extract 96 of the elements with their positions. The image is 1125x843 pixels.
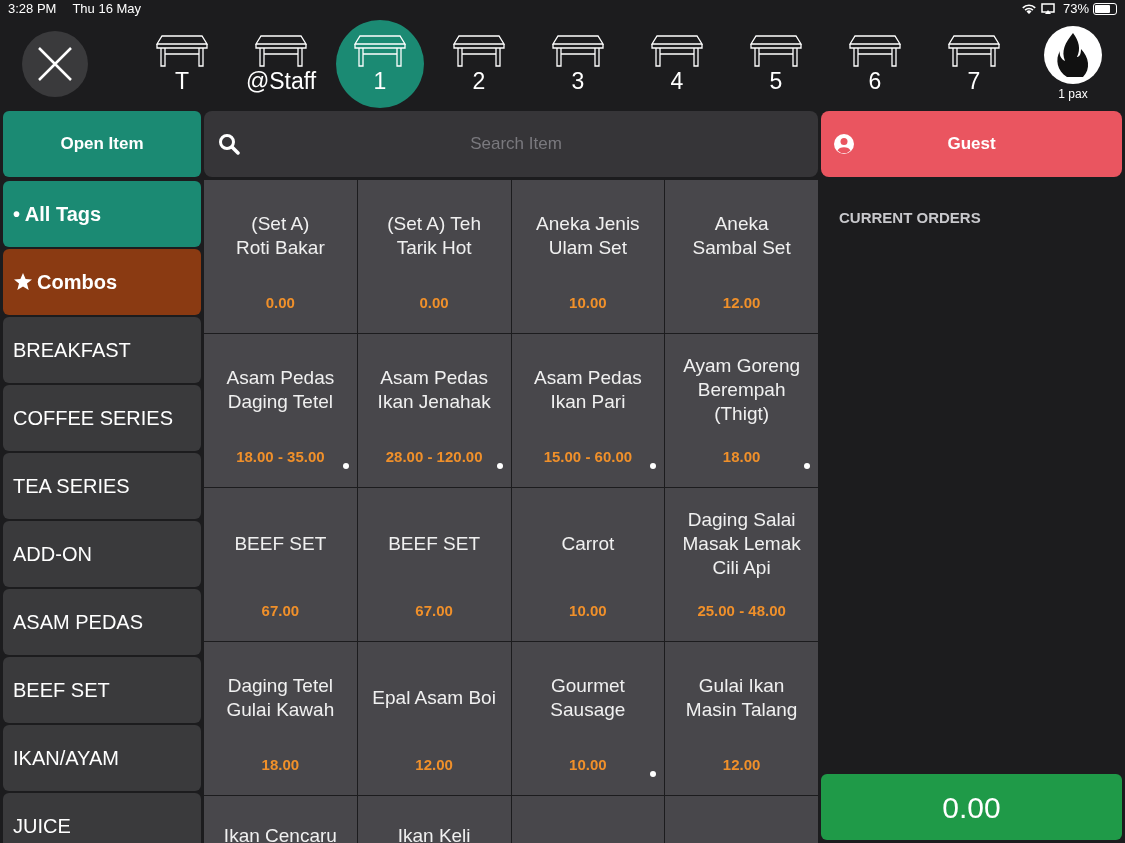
tag-button[interactable]: Combos <box>3 249 201 315</box>
table-tab[interactable]: 5 <box>732 20 820 108</box>
table-icon <box>254 34 308 68</box>
item-price: 67.00 <box>261 601 300 621</box>
item-name: Ikan Cencaru <box>223 824 337 843</box>
search-field[interactable]: Search Item <box>204 111 818 177</box>
item-price: 25.00 - 48.00 <box>697 601 786 621</box>
battery-percent: 73% <box>1062 0 1089 19</box>
menu-item-tile[interactable]: Aneka Jenis Ulam Set 10.00 <box>511 180 665 333</box>
status-time: 3:28 PM <box>8 0 57 19</box>
open-item-button[interactable]: Open Item <box>3 111 201 177</box>
guest-button[interactable]: Guest <box>821 111 1122 177</box>
table-tab[interactable]: 7 <box>930 20 1018 108</box>
section-heading: CURRENT ORDERS <box>839 208 982 228</box>
item-price: 28.00 - 120.00 <box>385 447 483 467</box>
menu-item-tile[interactable]: (Set A) Teh Tarik Hot 0.00 <box>357 180 511 333</box>
item-price: 0.00 <box>265 293 295 313</box>
menu-item-tile[interactable]: Aneka Sambal Set 12.00 <box>665 180 818 333</box>
table-tab[interactable]: 1 <box>336 20 424 108</box>
item-name: Aneka Sambal Set <box>692 212 791 260</box>
item-name: Epal Asam Boi <box>372 686 496 710</box>
item-name: Gulai Ikan Masin Talang <box>685 674 798 722</box>
item-name: Gourmet Sausage <box>550 674 626 722</box>
table-tab[interactable]: @Staff <box>237 20 325 108</box>
item-price: 10.00 <box>569 755 607 775</box>
tag-button[interactable]: COFFEE SERIES <box>3 385 201 451</box>
close-icon <box>37 46 73 82</box>
item-price: 0.00 <box>419 293 449 313</box>
item-name: BEEF SET <box>388 532 481 556</box>
screen-mirror-icon <box>1040 3 1055 15</box>
person-icon <box>833 133 855 155</box>
menu-item-tile[interactable]: Daging Tetel Gulai Kawah 18.00 <box>204 642 357 795</box>
tag-button[interactable]: IKAN/AYAM <box>3 725 201 791</box>
item-name: (Set A) Roti Bakar <box>236 212 325 260</box>
item-price: 18.00 <box>722 447 761 467</box>
item-name: Asam Pedas Ikan Pari <box>534 366 642 414</box>
table-tab[interactable]: 3 <box>534 20 622 108</box>
menu-item-tile[interactable]: Ikan Cencaru <box>204 796 357 843</box>
item-price: 12.00 <box>722 755 761 775</box>
item-name: Asam Pedas Ikan Jenahak <box>377 366 491 414</box>
menu-item-tile[interactable]: BEEF SET 67.00 <box>357 488 511 641</box>
item-price: 18.00 - 35.00 <box>236 447 325 467</box>
menu-item-tile[interactable]: Carrot 10.00 <box>511 488 665 641</box>
menu-item-tile[interactable]: Asam Pedas Ikan Jenahak 28.00 - 120.00 <box>357 334 511 487</box>
menu-item-tile[interactable]: Gulai Ikan Masin Talang 12.00 <box>665 642 818 795</box>
pax-count: 1 pax <box>1058 86 1088 103</box>
menu-item-tile[interactable]: Ikan Keli <box>357 796 511 843</box>
tag-button[interactable]: JUICE <box>3 793 201 843</box>
table-icon <box>155 34 209 68</box>
logo-icon <box>1043 25 1103 85</box>
item-name: Aneka Jenis Ulam Set <box>536 212 640 260</box>
table-icon <box>353 34 407 68</box>
menu-item-tile[interactable]: BEEF SET 67.00 <box>204 488 357 641</box>
tag-button[interactable]: ASAM PEDAS <box>3 589 201 655</box>
item-name: Ikan Keli <box>397 824 471 843</box>
item-price: 12.00 <box>722 293 761 313</box>
table-tab[interactable]: T <box>138 20 226 108</box>
item-name: Carrot <box>561 532 615 556</box>
item-price: 10.00 <box>569 293 607 313</box>
tag-button[interactable]: ADD-ON <box>3 521 201 587</box>
menu-item-tile[interactable]: (Set A) Roti Bakar 0.00 <box>204 180 357 333</box>
table-icon <box>650 34 704 68</box>
item-name: BEEF SET <box>234 532 327 556</box>
item-name: Asam Pedas Daging Tetel <box>226 366 335 414</box>
wifi-icon <box>1020 3 1037 15</box>
item-name: Ayam Goreng Berempah (Thigt) <box>683 354 801 426</box>
tag-button[interactable]: BEEF SET <box>3 657 201 723</box>
menu-item-tile[interactable]: Asam Pedas Ikan Pari 15.00 - 60.00 <box>511 334 665 487</box>
item-name: (Set A) Teh Tarik Hot <box>387 212 481 260</box>
table-icon <box>947 34 1001 68</box>
table-icon <box>848 34 902 68</box>
tag-button[interactable]: BREAKFAST <box>3 317 201 383</box>
menu-item-tile[interactable]: Asam Pedas Daging Tetel 18.00 - 35.00 <box>204 334 357 487</box>
total-button[interactable]: 0.00 <box>821 774 1122 840</box>
star-icon <box>13 272 33 292</box>
table-icon <box>749 34 803 68</box>
menu-item-tile[interactable]: Gourmet Sausage 10.00 <box>511 642 665 795</box>
menu-item-tile[interactable]: Daging Salai Masak Lemak Cili Api 25.00 - 48.00 <box>665 488 818 641</box>
table-tab[interactable]: 4 <box>633 20 721 108</box>
item-name: Daging Tetel Gulai Kawah <box>226 674 335 722</box>
table-icon <box>452 34 506 68</box>
table-tab[interactable]: 6 <box>831 20 919 108</box>
item-price: 18.00 <box>261 755 300 775</box>
item-price: 15.00 - 60.00 <box>543 447 633 467</box>
menu-item-tile[interactable]: Ayam Goreng Berempah (Thigt) 18.00 <box>665 334 818 487</box>
tag-button[interactable]: TEA SERIES <box>3 453 201 519</box>
item-price: 10.00 <box>569 601 607 621</box>
menu-item-tile[interactable]: Epal Asam Boi 12.00 <box>357 642 511 795</box>
table-tab[interactable]: 2 <box>435 20 523 108</box>
status-date: Thu 16 May <box>72 0 142 19</box>
battery-icon <box>1093 3 1117 15</box>
item-price: 67.00 <box>415 601 453 621</box>
item-price: 12.00 <box>415 755 453 775</box>
table-icon <box>551 34 605 68</box>
tag-button[interactable]: • All Tags <box>3 181 201 247</box>
item-name: Daging Salai Masak Lemak Cili Api <box>682 508 801 580</box>
